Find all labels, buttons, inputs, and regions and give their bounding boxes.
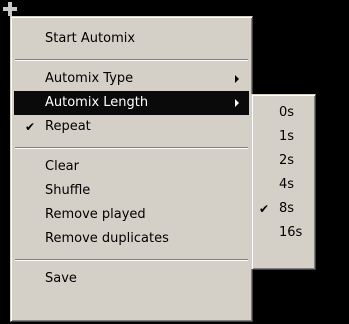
submenu-item-4s[interactable]: 4s [255, 173, 312, 197]
playlist-context-menu: Start Automix Automix Type Automix Lengt… [10, 16, 253, 322]
plus-icon [3, 2, 17, 16]
checkmark-icon: ✔ [259, 202, 270, 216]
menu-item-clear[interactable]: Clear [14, 155, 249, 179]
submenu-item-1s[interactable]: 1s [255, 125, 312, 149]
menu-item-automix-length[interactable]: Automix Length [14, 91, 249, 115]
menu-separator [15, 59, 248, 61]
menu-separator [15, 259, 248, 261]
menu-item-label: Clear [45, 159, 79, 174]
submenu-item-label: 2s [279, 153, 295, 168]
menu-item-label: Start Automix [45, 31, 136, 46]
menu-item-label: Save [45, 271, 77, 286]
menu-item-label: Remove played [45, 207, 146, 222]
menu-item-save[interactable]: Save [14, 267, 249, 291]
submenu-item-label: 4s [279, 177, 295, 192]
menu-item-label: Shuffle [45, 183, 91, 198]
submenu-item-label: 16s [279, 225, 303, 240]
menu-item-repeat[interactable]: ✔ Repeat [14, 115, 249, 139]
menu-item-remove-played[interactable]: Remove played [14, 203, 249, 227]
automix-length-submenu: 0s 1s 2s 4s ✔ 8s 16s [251, 94, 316, 270]
menu-separator [15, 147, 248, 149]
submenu-arrow-icon [235, 75, 239, 83]
menu-item-label: Repeat [45, 119, 91, 134]
menu-item-label: Automix Type [45, 71, 134, 86]
submenu-item-2s[interactable]: 2s [255, 149, 312, 173]
menu-item-label: Automix Length [45, 95, 149, 110]
submenu-item-16s[interactable]: 16s [255, 221, 312, 245]
submenu-item-8s[interactable]: ✔ 8s [255, 197, 312, 221]
checkmark-icon: ✔ [25, 120, 36, 134]
menu-item-automix-type[interactable]: Automix Type [14, 67, 249, 91]
menu-item-shuffle[interactable]: Shuffle [14, 179, 249, 203]
submenu-arrow-icon [235, 99, 239, 107]
submenu-item-label: 0s [279, 105, 295, 120]
submenu-item-label: 1s [279, 129, 295, 144]
submenu-item-0s[interactable]: 0s [255, 101, 312, 125]
submenu-item-label: 8s [279, 201, 295, 216]
menu-item-start-automix[interactable]: Start Automix [14, 27, 249, 51]
menu-item-label: Remove duplicates [45, 231, 169, 246]
menu-item-remove-duplicates[interactable]: Remove duplicates [14, 227, 249, 251]
